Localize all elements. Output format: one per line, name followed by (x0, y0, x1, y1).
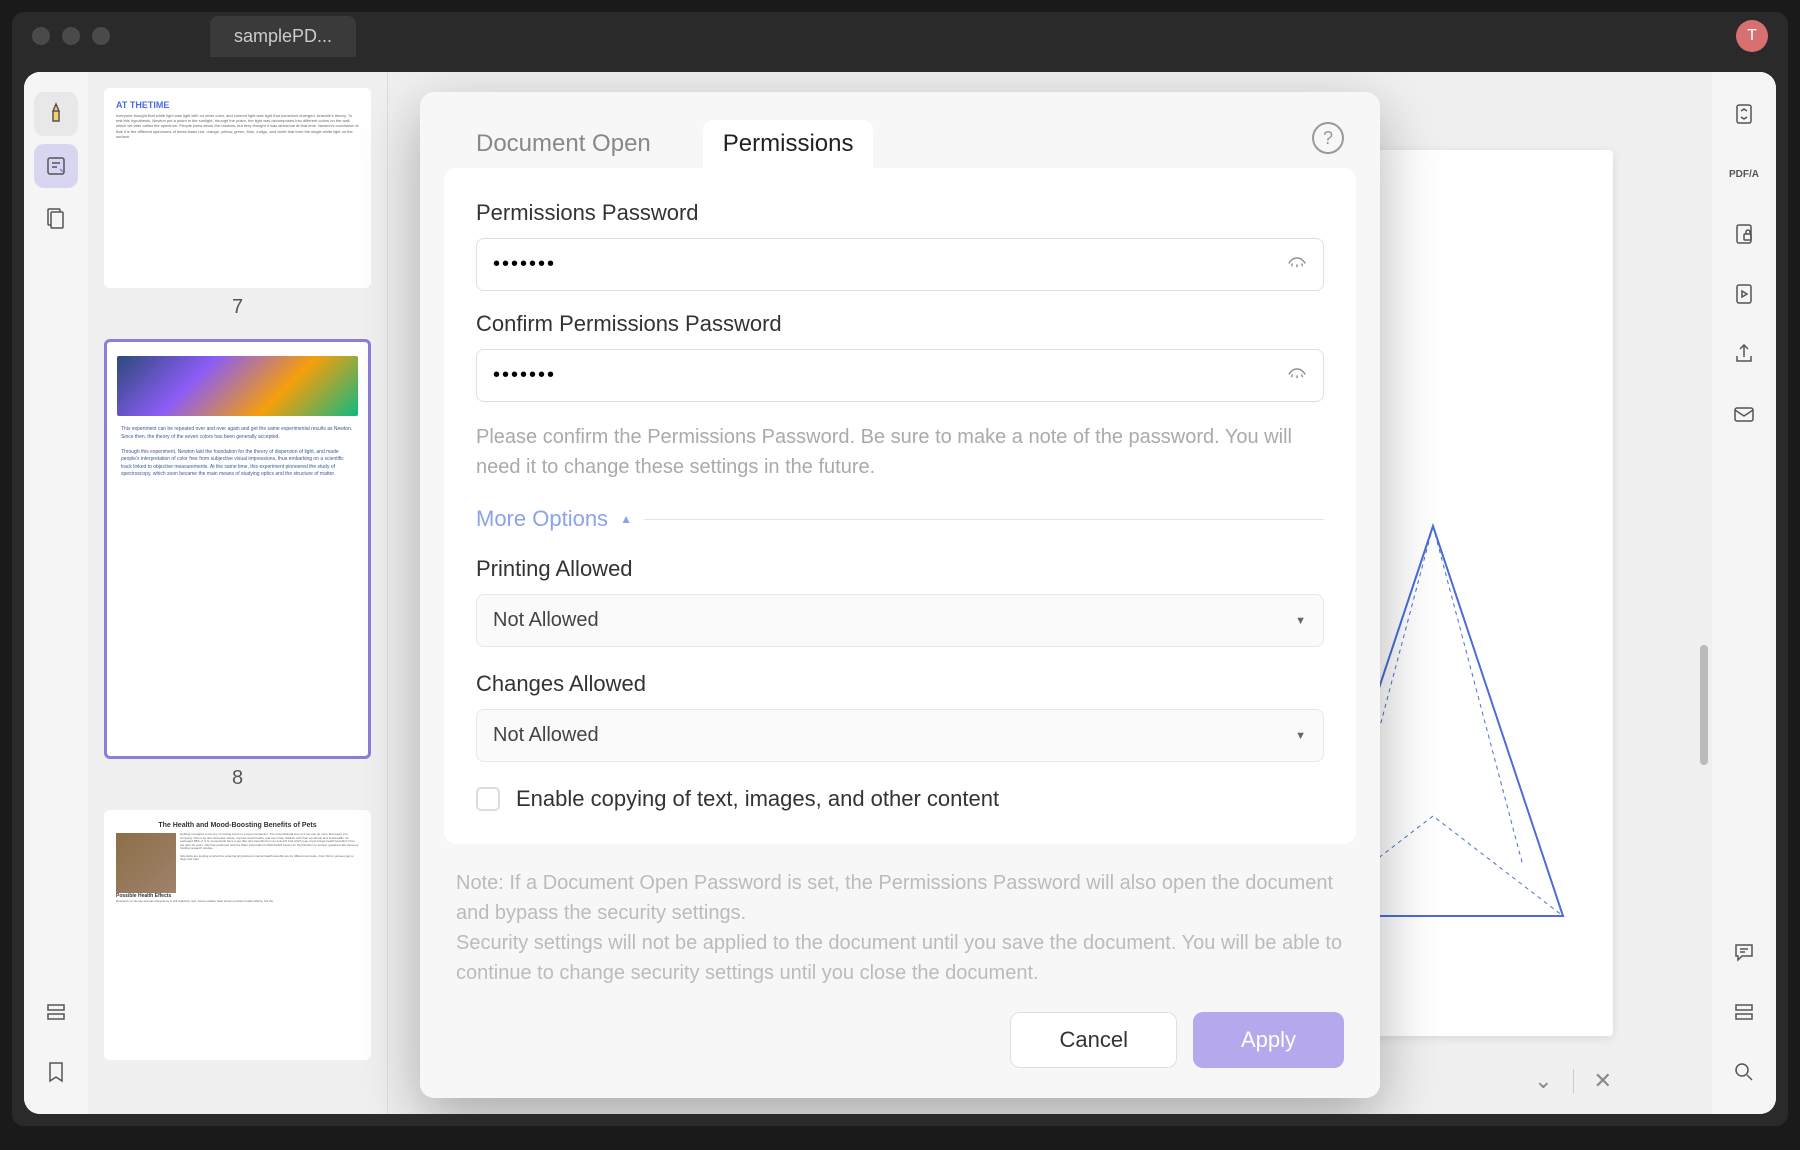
main-container: AT THETIME everyone thought that white l… (24, 72, 1776, 1114)
user-avatar[interactable]: T (1736, 20, 1768, 52)
traffic-lights (32, 27, 110, 45)
document-tabs: samplePD... (210, 16, 356, 57)
document-tab[interactable]: samplePD... (210, 16, 356, 57)
modal-overlay: Document Open Permissions ? Permissions … (24, 72, 1776, 1114)
modal-content: Permissions Password Confirm Permissions… (444, 168, 1356, 844)
confirm-help-text: Please confirm the Permissions Password.… (476, 422, 1324, 482)
permissions-password-label: Permissions Password (476, 200, 1324, 226)
modal-note: Note: If a Document Open Password is set… (420, 844, 1380, 988)
printing-label: Printing Allowed (476, 556, 1324, 582)
app-body: AT THETIME everyone thought that white l… (12, 60, 1788, 1126)
changes-select[interactable]: Not Allowed (476, 709, 1324, 762)
close-window-button[interactable] (32, 27, 50, 45)
show-password-icon[interactable] (1286, 251, 1308, 278)
copy-checkbox[interactable] (476, 787, 500, 811)
changes-label: Changes Allowed (476, 671, 1324, 697)
permissions-modal: Document Open Permissions ? Permissions … (420, 92, 1380, 1098)
help-icon[interactable]: ? (1312, 122, 1344, 154)
collapse-triangle-icon: ▲ (620, 512, 632, 526)
cancel-button[interactable]: Cancel (1010, 1012, 1176, 1068)
copy-checkbox-label: Enable copying of text, images, and othe… (516, 786, 999, 812)
tab-document-open[interactable]: Document Open (456, 120, 671, 168)
title-bar: samplePD... T (12, 12, 1788, 60)
printing-select[interactable]: Not Allowed (476, 594, 1324, 647)
confirm-password-input[interactable] (476, 349, 1324, 402)
modal-tabs: Document Open Permissions ? (420, 92, 1380, 168)
maximize-window-button[interactable] (92, 27, 110, 45)
show-confirm-password-icon[interactable] (1286, 362, 1308, 389)
confirm-password-label: Confirm Permissions Password (476, 311, 1324, 337)
more-options-toggle[interactable]: More Options ▲ (476, 506, 1324, 532)
minimize-window-button[interactable] (62, 27, 80, 45)
permissions-password-input[interactable] (476, 238, 1324, 291)
more-options-label: More Options (476, 506, 608, 532)
tab-permissions[interactable]: Permissions (703, 120, 874, 168)
apply-button[interactable]: Apply (1193, 1012, 1344, 1068)
modal-footer: Cancel Apply (420, 988, 1380, 1098)
copy-checkbox-row[interactable]: Enable copying of text, images, and othe… (476, 786, 1324, 812)
